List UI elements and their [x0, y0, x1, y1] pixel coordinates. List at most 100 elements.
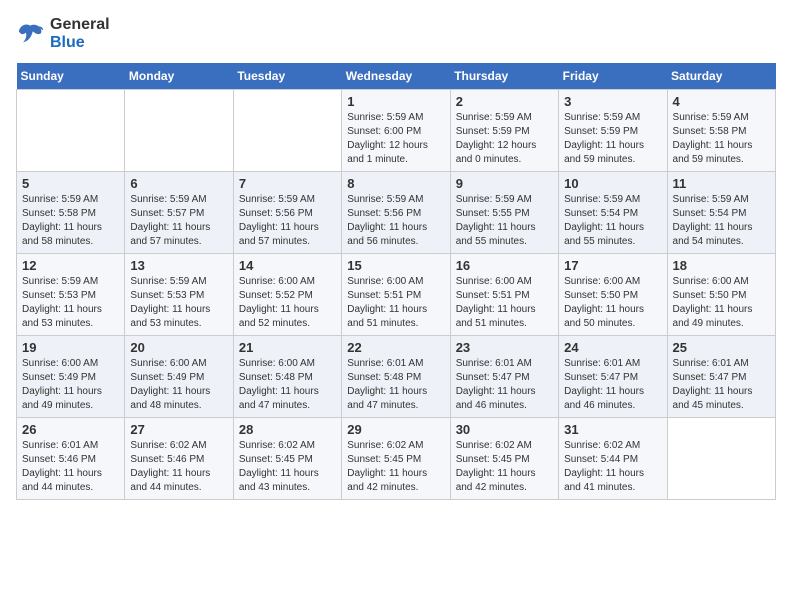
- calendar-body: 1 Sunrise: 5:59 AM Sunset: 6:00 PM Dayli…: [17, 90, 776, 500]
- sunset-text: Sunset: 5:45 PM: [347, 453, 444, 467]
- day-number: 31: [564, 422, 661, 437]
- calendar-cell: 4 Sunrise: 5:59 AM Sunset: 5:58 PM Dayli…: [667, 90, 775, 172]
- daylight-text: Daylight: 11 hours and 55 minutes.: [456, 221, 553, 249]
- daylight-text: Daylight: 11 hours and 49 minutes.: [22, 385, 119, 413]
- day-number: 19: [22, 340, 119, 355]
- daylight-text: Daylight: 11 hours and 51 minutes.: [347, 303, 444, 331]
- cell-info: Sunrise: 6:02 AM Sunset: 5:45 PM Dayligh…: [347, 439, 444, 495]
- sunset-text: Sunset: 5:47 PM: [564, 371, 661, 385]
- calendar-cell: 8 Sunrise: 5:59 AM Sunset: 5:56 PM Dayli…: [342, 172, 450, 254]
- daylight-text: Daylight: 11 hours and 45 minutes.: [673, 385, 770, 413]
- day-number: 9: [456, 176, 553, 191]
- day-number: 7: [239, 176, 336, 191]
- sunset-text: Sunset: 5:53 PM: [22, 289, 119, 303]
- sunrise-text: Sunrise: 6:00 AM: [456, 275, 553, 289]
- calendar-cell: 26 Sunrise: 6:01 AM Sunset: 5:46 PM Dayl…: [17, 418, 125, 500]
- header-cell-monday: Monday: [125, 63, 233, 90]
- day-number: 3: [564, 94, 661, 109]
- sunset-text: Sunset: 5:46 PM: [130, 453, 227, 467]
- sunrise-text: Sunrise: 6:00 AM: [347, 275, 444, 289]
- sunset-text: Sunset: 5:54 PM: [673, 207, 770, 221]
- sunset-text: Sunset: 5:55 PM: [456, 207, 553, 221]
- sunset-text: Sunset: 5:54 PM: [564, 207, 661, 221]
- daylight-text: Daylight: 11 hours and 51 minutes.: [456, 303, 553, 331]
- sunset-text: Sunset: 5:48 PM: [347, 371, 444, 385]
- calendar-cell: 30 Sunrise: 6:02 AM Sunset: 5:45 PM Dayl…: [450, 418, 558, 500]
- sunrise-text: Sunrise: 6:02 AM: [239, 439, 336, 453]
- sunrise-text: Sunrise: 5:59 AM: [347, 193, 444, 207]
- sunset-text: Sunset: 5:52 PM: [239, 289, 336, 303]
- calendar-cell: 31 Sunrise: 6:02 AM Sunset: 5:44 PM Dayl…: [559, 418, 667, 500]
- day-number: 26: [22, 422, 119, 437]
- cell-info: Sunrise: 6:01 AM Sunset: 5:47 PM Dayligh…: [456, 357, 553, 413]
- day-number: 1: [347, 94, 444, 109]
- day-number: 20: [130, 340, 227, 355]
- day-number: 10: [564, 176, 661, 191]
- sunset-text: Sunset: 5:53 PM: [130, 289, 227, 303]
- cell-info: Sunrise: 5:59 AM Sunset: 5:53 PM Dayligh…: [22, 275, 119, 331]
- calendar-cell: 7 Sunrise: 5:59 AM Sunset: 5:56 PM Dayli…: [233, 172, 341, 254]
- day-number: 28: [239, 422, 336, 437]
- calendar-cell: 15 Sunrise: 6:00 AM Sunset: 5:51 PM Dayl…: [342, 254, 450, 336]
- day-number: 24: [564, 340, 661, 355]
- sunrise-text: Sunrise: 6:02 AM: [130, 439, 227, 453]
- cell-info: Sunrise: 5:59 AM Sunset: 5:54 PM Dayligh…: [673, 193, 770, 249]
- daylight-text: Daylight: 11 hours and 53 minutes.: [130, 303, 227, 331]
- day-number: 4: [673, 94, 770, 109]
- sunrise-text: Sunrise: 6:02 AM: [456, 439, 553, 453]
- daylight-text: Daylight: 11 hours and 52 minutes.: [239, 303, 336, 331]
- header-cell-saturday: Saturday: [667, 63, 775, 90]
- sunrise-text: Sunrise: 6:00 AM: [673, 275, 770, 289]
- cell-info: Sunrise: 5:59 AM Sunset: 5:58 PM Dayligh…: [22, 193, 119, 249]
- daylight-text: Daylight: 11 hours and 43 minutes.: [239, 467, 336, 495]
- calendar-cell: 2 Sunrise: 5:59 AM Sunset: 5:59 PM Dayli…: [450, 90, 558, 172]
- calendar-cell: 6 Sunrise: 5:59 AM Sunset: 5:57 PM Dayli…: [125, 172, 233, 254]
- daylight-text: Daylight: 11 hours and 42 minutes.: [347, 467, 444, 495]
- sunset-text: Sunset: 5:47 PM: [456, 371, 553, 385]
- sunrise-text: Sunrise: 6:00 AM: [239, 275, 336, 289]
- sunset-text: Sunset: 5:58 PM: [673, 125, 770, 139]
- calendar-week-2: 5 Sunrise: 5:59 AM Sunset: 5:58 PM Dayli…: [17, 172, 776, 254]
- calendar-week-5: 26 Sunrise: 6:01 AM Sunset: 5:46 PM Dayl…: [17, 418, 776, 500]
- calendar-week-4: 19 Sunrise: 6:00 AM Sunset: 5:49 PM Dayl…: [17, 336, 776, 418]
- sunrise-text: Sunrise: 6:01 AM: [673, 357, 770, 371]
- calendar-cell: 23 Sunrise: 6:01 AM Sunset: 5:47 PM Dayl…: [450, 336, 558, 418]
- sunrise-text: Sunrise: 6:02 AM: [347, 439, 444, 453]
- sunrise-text: Sunrise: 6:01 AM: [347, 357, 444, 371]
- daylight-text: Daylight: 11 hours and 58 minutes.: [22, 221, 119, 249]
- sunset-text: Sunset: 5:47 PM: [673, 371, 770, 385]
- calendar-cell: [233, 90, 341, 172]
- cell-info: Sunrise: 5:59 AM Sunset: 5:56 PM Dayligh…: [347, 193, 444, 249]
- logo-bird-icon: [16, 20, 44, 48]
- day-number: 16: [456, 258, 553, 273]
- daylight-text: Daylight: 11 hours and 44 minutes.: [22, 467, 119, 495]
- daylight-text: Daylight: 11 hours and 57 minutes.: [239, 221, 336, 249]
- day-number: 8: [347, 176, 444, 191]
- calendar-cell: 20 Sunrise: 6:00 AM Sunset: 5:49 PM Dayl…: [125, 336, 233, 418]
- logo-general: General: [50, 16, 110, 33]
- day-number: 14: [239, 258, 336, 273]
- daylight-text: Daylight: 11 hours and 59 minutes.: [564, 139, 661, 167]
- cell-info: Sunrise: 6:00 AM Sunset: 5:48 PM Dayligh…: [239, 357, 336, 413]
- calendar-header: SundayMondayTuesdayWednesdayThursdayFrid…: [17, 63, 776, 90]
- calendar-cell: 9 Sunrise: 5:59 AM Sunset: 5:55 PM Dayli…: [450, 172, 558, 254]
- cell-info: Sunrise: 6:01 AM Sunset: 5:47 PM Dayligh…: [564, 357, 661, 413]
- sunrise-text: Sunrise: 6:00 AM: [22, 357, 119, 371]
- cell-info: Sunrise: 6:01 AM Sunset: 5:48 PM Dayligh…: [347, 357, 444, 413]
- cell-info: Sunrise: 6:01 AM Sunset: 5:46 PM Dayligh…: [22, 439, 119, 495]
- sunset-text: Sunset: 5:59 PM: [564, 125, 661, 139]
- header-cell-wednesday: Wednesday: [342, 63, 450, 90]
- sunset-text: Sunset: 5:45 PM: [239, 453, 336, 467]
- calendar-cell: 19 Sunrise: 6:00 AM Sunset: 5:49 PM Dayl…: [17, 336, 125, 418]
- cell-info: Sunrise: 5:59 AM Sunset: 5:59 PM Dayligh…: [564, 111, 661, 167]
- sunset-text: Sunset: 5:44 PM: [564, 453, 661, 467]
- day-number: 18: [673, 258, 770, 273]
- cell-info: Sunrise: 6:00 AM Sunset: 5:49 PM Dayligh…: [22, 357, 119, 413]
- sunrise-text: Sunrise: 5:59 AM: [130, 193, 227, 207]
- calendar-cell: 18 Sunrise: 6:00 AM Sunset: 5:50 PM Dayl…: [667, 254, 775, 336]
- day-number: 23: [456, 340, 553, 355]
- sunrise-text: Sunrise: 6:00 AM: [564, 275, 661, 289]
- calendar-cell: 5 Sunrise: 5:59 AM Sunset: 5:58 PM Dayli…: [17, 172, 125, 254]
- sunrise-text: Sunrise: 6:02 AM: [564, 439, 661, 453]
- daylight-text: Daylight: 11 hours and 56 minutes.: [347, 221, 444, 249]
